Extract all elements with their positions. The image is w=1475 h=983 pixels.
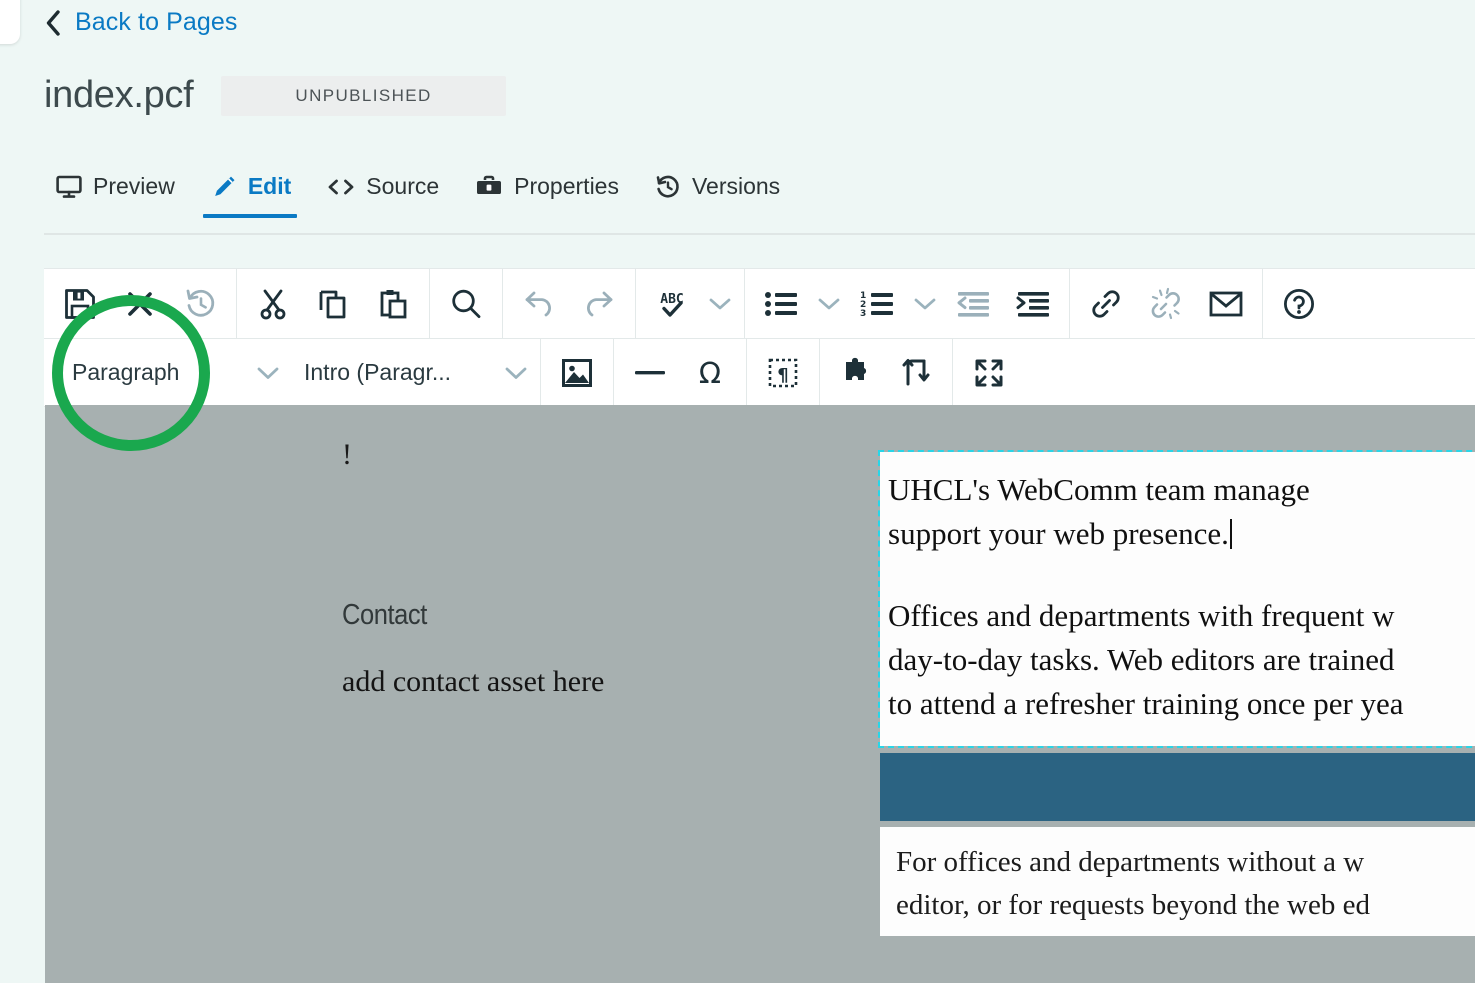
toolbar-group-image <box>541 339 614 406</box>
tab-preview-label: Preview <box>93 173 175 200</box>
paste-button[interactable] <box>363 276 423 332</box>
pencil-icon <box>211 174 237 200</box>
chevron-down-icon[interactable] <box>498 345 534 401</box>
monitor-icon <box>56 175 82 199</box>
status-badge: UNPUBLISHED <box>221 76 505 116</box>
insert-asset-button[interactable] <box>886 345 946 401</box>
toolbar-group-fullscreen <box>953 339 1025 406</box>
tab-versions[interactable]: Versions <box>643 167 804 218</box>
insert-link-button[interactable] <box>1076 276 1136 332</box>
increase-indent-button[interactable] <box>1003 276 1063 332</box>
back-to-pages-label: Back to Pages <box>75 8 238 37</box>
toolbox-icon <box>475 175 503 199</box>
body-line-1: Offices and departments with frequent w <box>888 594 1475 638</box>
format-select[interactable]: Paragraph <box>50 345 250 401</box>
tab-source[interactable]: Source <box>315 167 463 218</box>
section-body-line-1: For offices and departments without a w <box>896 841 1475 884</box>
chevron-down-icon[interactable] <box>907 276 943 332</box>
tab-properties-label: Properties <box>514 173 619 200</box>
toolbar-group-file <box>44 269 237 338</box>
tab-edit-label: Edit <box>248 173 291 200</box>
insert-image-button[interactable] <box>547 345 607 401</box>
redo-button[interactable] <box>569 276 629 332</box>
cancel-button[interactable] <box>110 276 170 332</box>
section-heading-bar[interactable]: S <box>880 753 1475 821</box>
toolbar-row-2: Paragraph Intro (Paragr... <box>44 339 1475 407</box>
editor-toolbar: ABC <box>44 268 1475 407</box>
toolbar-group-assets <box>820 339 953 406</box>
body-line-2: day-to-day tasks. Web editors are traine… <box>888 638 1475 682</box>
svg-text:Ω: Ω <box>699 357 721 389</box>
revert-button[interactable] <box>170 276 230 332</box>
bulleted-list-button[interactable] <box>751 276 811 332</box>
exclamation-text[interactable]: ! <box>342 440 862 470</box>
toolbar-row-1: ABC <box>44 269 1475 339</box>
format-select-value: Paragraph <box>72 359 179 386</box>
contact-placeholder-text[interactable]: add contact asset here <box>342 665 862 699</box>
svg-text:¶: ¶ <box>777 365 788 386</box>
history-icon <box>655 174 681 200</box>
editor-left-column: ! Contact add contact asset here <box>342 440 862 699</box>
intro-paragraph-line-1: UHCL's WebComm team manage <box>888 468 1475 512</box>
toolbar-group-clipboard <box>237 269 430 338</box>
corner-panel-nub <box>0 0 20 44</box>
chevron-left-icon <box>44 9 62 37</box>
section-body-block[interactable]: For offices and departments without a w … <box>880 827 1475 936</box>
chevron-down-icon[interactable] <box>811 276 847 332</box>
remove-link-button[interactable] <box>1136 276 1196 332</box>
toolbar-group-links <box>1070 269 1263 338</box>
intro-paragraph-line-2: support your web presence. <box>888 512 1475 556</box>
chevron-down-icon[interactable] <box>702 276 738 332</box>
horizontal-rule-button[interactable] <box>620 345 680 401</box>
save-button[interactable] <box>50 276 110 332</box>
chevron-down-icon[interactable] <box>250 345 286 401</box>
tabs-divider <box>44 233 1475 235</box>
contact-heading[interactable]: Contact <box>342 599 800 632</box>
tab-versions-label: Versions <box>692 173 780 200</box>
insert-snippet-button[interactable] <box>826 345 886 401</box>
toolbar-group-spellcheck: ABC <box>636 269 745 338</box>
special-character-button[interactable]: Ω <box>680 345 740 401</box>
svg-text:3: 3 <box>860 309 866 318</box>
text-caret <box>1230 519 1232 549</box>
tab-source-label: Source <box>366 173 439 200</box>
intro-paragraph-line-2-text: support your web presence. <box>888 516 1229 551</box>
style-select-value: Intro (Paragr... <box>304 359 451 386</box>
help-button[interactable] <box>1269 276 1329 332</box>
find-button[interactable] <box>436 276 496 332</box>
toolbar-group-find <box>430 269 503 338</box>
toolbar-group-lists: 1 2 3 <box>745 269 1070 338</box>
toolbar-group-insert: Ω <box>614 339 747 406</box>
undo-button[interactable] <box>509 276 569 332</box>
body-line-3: to attend a refresher training once per … <box>888 682 1475 726</box>
spellcheck-button[interactable]: ABC <box>642 276 702 332</box>
toolbar-group-format-select: Paragraph Intro (Paragr... <box>44 339 541 406</box>
tab-preview[interactable]: Preview <box>44 167 199 218</box>
intro-block[interactable]: UHCL's WebComm team manage support your … <box>880 452 1475 746</box>
page-title: index.pcf <box>44 74 193 117</box>
tab-edit[interactable]: Edit <box>199 167 315 218</box>
decrease-indent-button[interactable] <box>943 276 1003 332</box>
toolbar-group-history <box>503 269 636 338</box>
code-icon <box>327 178 355 196</box>
editor-canvas[interactable]: ! Contact add contact asset here UHCL's … <box>45 405 1475 983</box>
back-to-pages-link[interactable]: Back to Pages <box>44 8 238 37</box>
show-blocks-button[interactable]: ¶ <box>753 345 813 401</box>
fullscreen-button[interactable] <box>959 345 1019 401</box>
toolbar-group-blocks: ¶ <box>747 339 820 406</box>
page-root: Back to Pages index.pcf UNPUBLISHED Prev… <box>0 0 1475 983</box>
section-body-line-2: editor, or for requests beyond the web e… <box>896 884 1475 927</box>
copy-button[interactable] <box>303 276 363 332</box>
editor-tabs: Preview Edit Source <box>44 167 804 218</box>
style-select[interactable]: Intro (Paragr... <box>286 345 498 401</box>
document-header: index.pcf UNPUBLISHED <box>44 74 506 117</box>
editor-right-column: UHCL's WebComm team manage support your … <box>880 452 1475 936</box>
email-link-button[interactable] <box>1196 276 1256 332</box>
numbered-list-button[interactable]: 1 2 3 <box>847 276 907 332</box>
toolbar-group-help <box>1263 269 1335 338</box>
tab-properties[interactable]: Properties <box>463 167 643 218</box>
cut-button[interactable] <box>243 276 303 332</box>
